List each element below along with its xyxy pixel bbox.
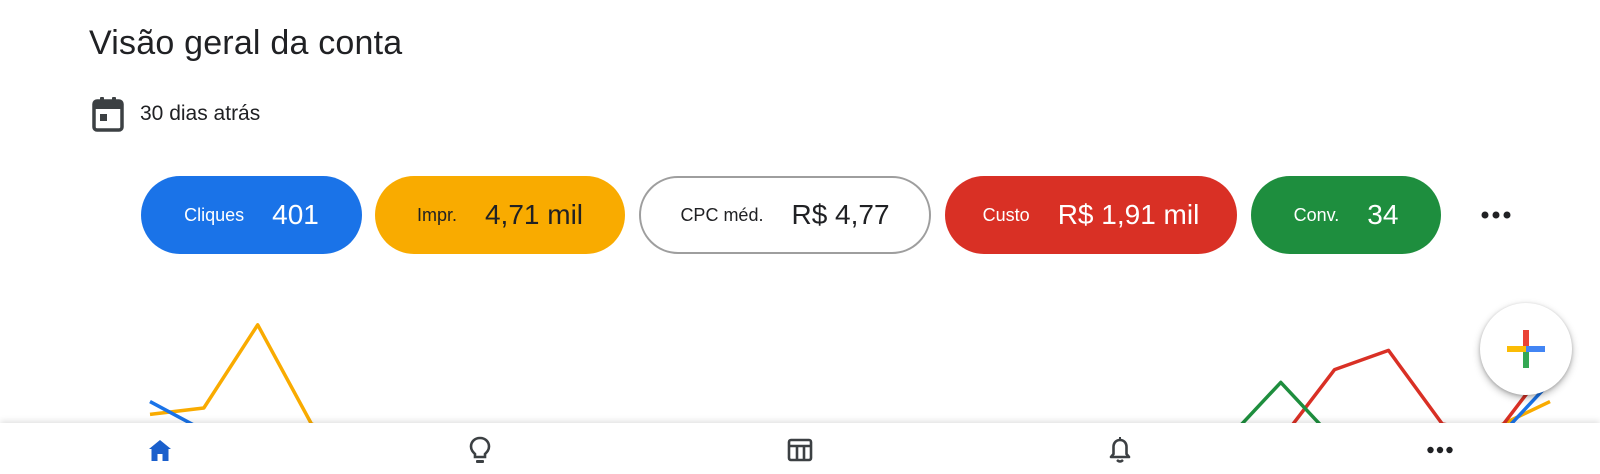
nav-item-notifications[interactable] (1098, 431, 1142, 469)
nav-item-home[interactable] (138, 431, 182, 469)
metric-label: Impr. (416, 204, 457, 225)
chart-series-line-0 (149, 323, 1551, 426)
nav-item-campaigns[interactable] (778, 431, 822, 469)
metric-chip-impressions[interactable]: Impr. 4,71 mil (375, 176, 625, 254)
chart-series-line-2 (1289, 348, 1552, 426)
calendar-icon (92, 96, 124, 132)
metric-value: 34 (1367, 199, 1399, 230)
more-metrics-button[interactable] (1474, 200, 1518, 230)
metric-chip-cpc[interactable]: CPC méd. R$ 4,77 (639, 176, 931, 254)
more-horizontal-icon (1481, 211, 1511, 219)
date-range-selector[interactable]: 30 dias atrás (92, 96, 260, 132)
performance-chart (0, 290, 1600, 426)
nav-item-recommendations[interactable] (458, 431, 502, 469)
metric-value: 401 (272, 199, 319, 230)
metric-value: R$ 4,77 (791, 199, 890, 230)
bell-icon (1109, 437, 1131, 463)
metric-value: 4,71 mil (484, 199, 584, 230)
lightbulb-icon (469, 436, 491, 463)
metric-chip-clicks[interactable]: Cliques 401 (141, 176, 362, 254)
bottom-navigation (0, 423, 1600, 474)
metric-label: Cliques (184, 204, 245, 225)
metric-chip-conversions[interactable]: Conv. 34 (1251, 176, 1441, 254)
home-icon (149, 440, 171, 461)
create-fab-button[interactable] (1480, 303, 1572, 395)
table-icon (787, 438, 813, 462)
more-horizontal-icon (1427, 446, 1453, 454)
nav-item-more[interactable] (1418, 431, 1462, 469)
chart-series-line-3 (1237, 380, 1324, 426)
metric-label: CPC méd. (680, 204, 764, 225)
chart-series-line-1 (149, 381, 1552, 426)
page-title: Visão geral da conta (89, 24, 403, 62)
metric-chip-cost[interactable]: Custo R$ 1,91 mil (945, 176, 1237, 254)
metric-label: Conv. (1293, 204, 1340, 225)
metric-value: R$ 1,91 mil (1057, 199, 1200, 230)
google-plus-icon (1507, 330, 1545, 368)
date-range-label: 30 dias atrás (140, 102, 261, 125)
metric-label: Custo (982, 204, 1030, 225)
